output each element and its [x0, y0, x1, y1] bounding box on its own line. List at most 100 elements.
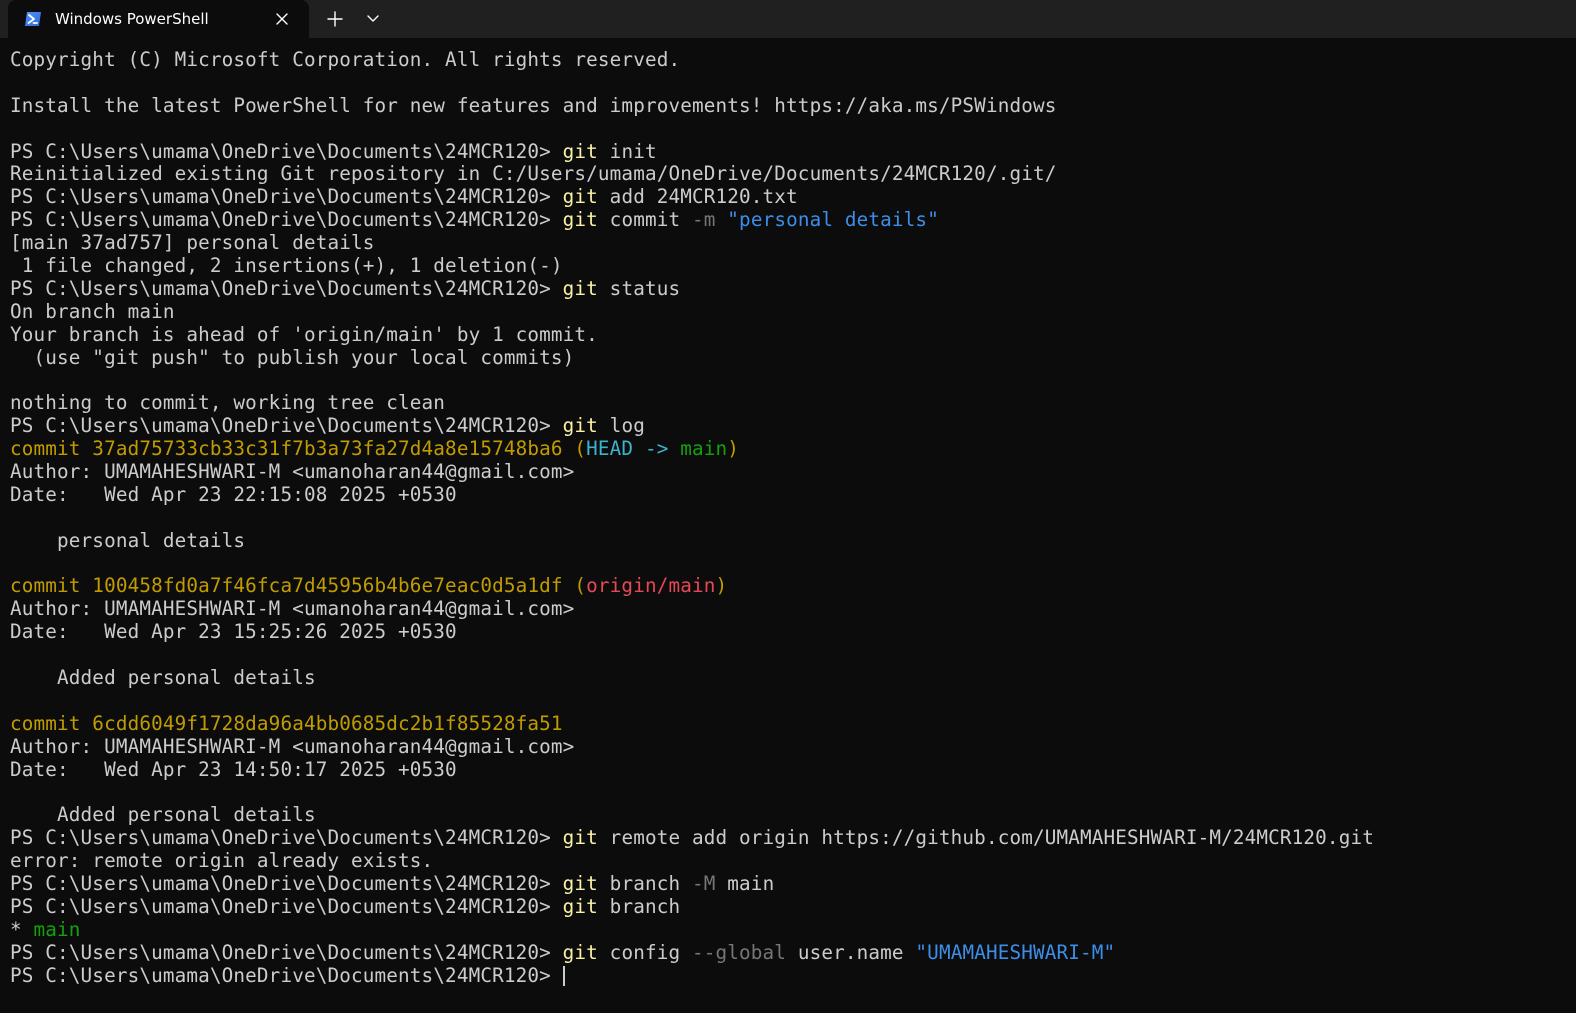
- line-segment: git: [562, 208, 598, 232]
- line-segment: commit 6cdd6049f1728da96a4bb0685dc2b1f85…: [10, 711, 563, 735]
- line-segment: git: [562, 872, 598, 896]
- output-line: Date: Wed Apr 23 14:50:17 2025 +0530: [10, 757, 1570, 782]
- line-segment: Install the latest PowerShell for new fe…: [10, 93, 1057, 117]
- prompt-text: PS C:\Users\umama\OneDrive\Documents\24M…: [10, 872, 563, 896]
- line-segment: "UMAMAHESHWARI-M": [915, 940, 1116, 964]
- output-line: Date: Wed Apr 23 22:15:08 2025 +0530: [10, 482, 1570, 507]
- new-tab-button[interactable]: [324, 8, 346, 30]
- powershell-icon: [24, 10, 42, 28]
- prompt-text: PS C:\Users\umama\OneDrive\Documents\24M…: [10, 894, 563, 918]
- output-line: commit 6cdd6049f1728da96a4bb0685dc2b1f85…: [10, 711, 1570, 736]
- line-segment: git: [562, 894, 598, 918]
- line-segment: git: [562, 826, 598, 850]
- line-segment: [main 37ad757] personal details: [10, 231, 375, 255]
- output-line: Author: UMAMAHESHWARI-M <umanoharan44@gm…: [10, 460, 1570, 484]
- line-segment: remote add origin https://github.com/UMA…: [597, 826, 1374, 850]
- prompt-text: PS C:\Users\umama\OneDrive\Documents\24M…: [10, 940, 563, 964]
- prompt-text: PS C:\Users\umama\OneDrive\Documents\24M…: [10, 826, 563, 850]
- line-segment: main: [680, 437, 728, 461]
- prompt-line: PS C:\Users\umama\OneDrive\Documents\24M…: [10, 963, 1570, 988]
- line-segment: (use "git push" to publish your local co…: [10, 345, 575, 369]
- line-segment: git: [562, 940, 598, 964]
- output-line: Author: UMAMAHESHWARI-M <umanoharan44@gm…: [10, 734, 1570, 759]
- line-segment: add 24MCR120.txt: [597, 185, 798, 209]
- line-segment: status: [597, 276, 681, 300]
- line-segment: commit: [597, 208, 692, 232]
- line-segment: Date: Wed Apr 23 22:15:08 2025 +0530: [10, 482, 457, 506]
- line-segment: Date: Wed Apr 23 14:50:17 2025 +0530: [10, 757, 457, 781]
- output-line: [main 37ad757] personal details: [10, 231, 1570, 255]
- output-line: On branch main: [10, 300, 1570, 324]
- prompt-text: PS C:\Users\umama\OneDrive\Documents\24M…: [10, 414, 563, 438]
- output-line: (use "git push" to publish your local co…: [10, 345, 1570, 370]
- close-icon[interactable]: [273, 10, 291, 28]
- output-line: Your branch is ahead of 'origin/main' by…: [10, 323, 1570, 347]
- output-line: nothing to commit, working tree clean: [10, 391, 1570, 415]
- terminal-output[interactable]: Copyright (C) Microsoft Corporation. All…: [10, 48, 1570, 988]
- line-segment: nothing to commit, working tree clean: [10, 391, 446, 415]
- line-segment: personal details: [10, 528, 246, 552]
- line-segment: main: [715, 872, 775, 896]
- output-line: personal details: [10, 528, 1570, 553]
- line-segment: ): [727, 437, 740, 461]
- line-segment: Author: UMAMAHESHWARI-M <umanoharan44@gm…: [10, 734, 575, 758]
- line-segment: user.name: [786, 940, 916, 964]
- line-segment: origin/main: [586, 574, 716, 598]
- prompt-line: PS C:\Users\umama\OneDrive\Documents\24M…: [10, 208, 1570, 232]
- output-line: Added personal details: [10, 666, 1570, 690]
- line-segment: Author: UMAMAHESHWARI-M <umanoharan44@gm…: [10, 460, 575, 484]
- tab-windows-powershell[interactable]: Windows PowerShell: [8, 0, 309, 38]
- line-segment: HEAD ->: [586, 437, 681, 461]
- tab-dropdown-button[interactable]: [363, 8, 383, 30]
- prompt-text: PS C:\Users\umama\OneDrive\Documents\24M…: [10, 185, 563, 209]
- output-line: commit 37ad75733cb33c31f7b3a73fa27d4a8e1…: [10, 437, 1570, 461]
- line-segment: -M: [692, 872, 716, 896]
- output-line: Added personal details: [10, 803, 1570, 827]
- output-line: * main: [10, 917, 1570, 942]
- line-segment: Date: Wed Apr 23 15:25:26 2025 +0530: [10, 620, 457, 644]
- line-segment: config: [597, 940, 692, 964]
- chevron-down-icon: [367, 15, 379, 22]
- line-segment: Added personal details: [10, 803, 316, 827]
- title-bar: Windows PowerShell: [0, 0, 1576, 38]
- line-segment: [716, 208, 728, 231]
- output-line: error: remote origin already exists.: [10, 849, 1570, 873]
- line-segment: error: remote origin already exists.: [10, 849, 434, 873]
- output-line: Install the latest PowerShell for new fe…: [10, 93, 1570, 118]
- prompt-text: PS C:\Users\umama\OneDrive\Documents\24M…: [10, 276, 563, 300]
- output-line: Author: UMAMAHESHWARI-M <umanoharan44@gm…: [10, 597, 1570, 621]
- line-segment: main: [33, 917, 81, 941]
- line-segment: branch: [597, 894, 681, 918]
- line-segment: "personal details": [727, 208, 939, 232]
- prompt-text: PS C:\Users\umama\OneDrive\Documents\24M…: [10, 139, 563, 163]
- line-segment: 1 file changed, 2 insertions(+), 1 delet…: [10, 254, 563, 278]
- line-segment: commit 37ad75733cb33c31f7b3a73fa27d4a8e1…: [10, 437, 587, 461]
- line-segment: git: [562, 414, 598, 438]
- output-line: Reinitialized existing Git repository in…: [10, 163, 1570, 186]
- prompt-line: PS C:\Users\umama\OneDrive\Documents\24M…: [10, 276, 1570, 301]
- line-segment: Author: UMAMAHESHWARI-M <umanoharan44@gm…: [10, 597, 575, 621]
- plus-icon: [327, 11, 343, 27]
- line-segment: -m: [692, 208, 716, 232]
- output-line: Date: Wed Apr 23 15:25:26 2025 +0530: [10, 620, 1570, 644]
- line-segment: git: [562, 185, 598, 209]
- line-segment: commit 100458fd0a7f46fca7d45956b4b6e7eac…: [10, 574, 587, 598]
- line-segment: *: [10, 917, 34, 941]
- output-line: commit 100458fd0a7f46fca7d45956b4b6e7eac…: [10, 575, 1570, 598]
- line-segment: Copyright (C) Microsoft Corporation. All…: [10, 48, 681, 71]
- line-segment: git: [562, 276, 598, 300]
- text-cursor: [562, 965, 565, 986]
- tab-title: Windows PowerShell: [55, 10, 209, 28]
- prompt-text: PS C:\Users\umama\OneDrive\Documents\24M…: [10, 208, 563, 232]
- line-segment: ): [715, 574, 728, 598]
- line-segment: git: [562, 139, 598, 163]
- prompt-text: PS C:\Users\umama\OneDrive\Documents\24M…: [10, 963, 563, 987]
- line-segment: Added personal details: [10, 666, 316, 690]
- line-segment: Reinitialized existing Git repository in…: [10, 162, 1057, 186]
